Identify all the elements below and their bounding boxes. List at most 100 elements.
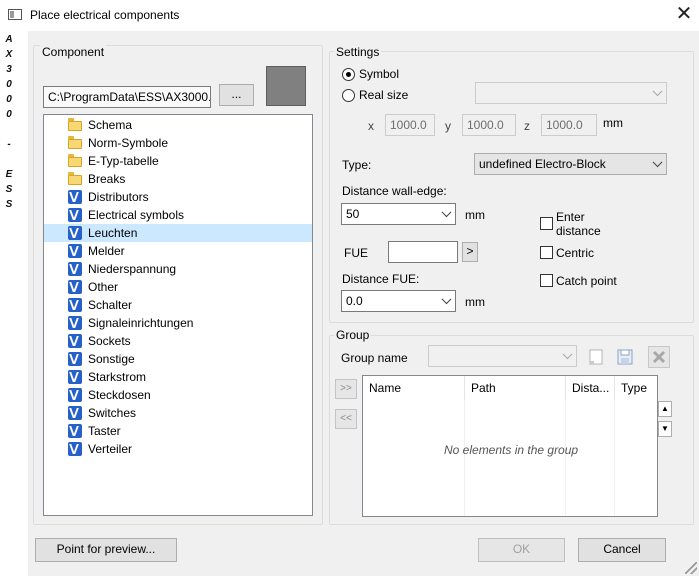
remove-from-group-button[interactable]: << xyxy=(335,409,357,429)
x-label: x xyxy=(368,119,374,133)
tree-item-label: Norm-Symbole xyxy=(88,136,169,150)
window-title: Place electrical components xyxy=(30,8,180,22)
cancel-button[interactable]: Cancel xyxy=(578,538,666,562)
tree-item-label: Schema xyxy=(88,118,133,132)
enter-distance-checkbox[interactable] xyxy=(540,217,553,230)
tree-item-verteiler[interactable]: Verteiler xyxy=(44,440,312,458)
move-up-button[interactable]: ▲ xyxy=(658,401,672,417)
distance-fue-combo[interactable]: 0.0 xyxy=(341,290,456,312)
component-group-title: Component xyxy=(40,45,107,59)
centric-label: Centric xyxy=(556,246,595,260)
distance-wall-combo[interactable]: 50 xyxy=(341,203,456,225)
tree-item-signaleinrichtungen[interactable]: Signaleinrichtungen xyxy=(44,314,312,332)
side-brand-char: 0 xyxy=(6,79,12,90)
tree-item-label: Signaleinrichtungen xyxy=(88,316,194,330)
tree-item-niederspannung[interactable]: Niederspannung xyxy=(44,260,312,278)
group-group-title: Group xyxy=(334,328,372,342)
block-icon xyxy=(68,370,82,384)
column-header-type[interactable]: Type xyxy=(615,376,657,400)
tree-item-other[interactable]: Other xyxy=(44,278,312,296)
folder-icon xyxy=(68,154,82,167)
new-group-icon[interactable] xyxy=(585,346,607,368)
tree-item-e-typ-tabelle[interactable]: E-Typ-tabelle xyxy=(44,152,312,170)
tree-item-schema[interactable]: Schema xyxy=(44,116,312,134)
ok-button[interactable]: OK xyxy=(478,538,565,562)
fue-label: FUE xyxy=(344,246,368,260)
z-field[interactable]: 1000.0 xyxy=(541,114,597,136)
block-icon xyxy=(68,190,82,204)
tree-item-sonstige[interactable]: Sonstige xyxy=(44,350,312,368)
y-field[interactable]: 1000.0 xyxy=(462,114,516,136)
move-down-button[interactable]: ▼ xyxy=(658,421,672,437)
block-icon xyxy=(68,388,82,402)
real-size-radio[interactable] xyxy=(342,89,355,102)
tree-item-schalter[interactable]: Schalter xyxy=(44,296,312,314)
folder-icon xyxy=(68,172,82,185)
fue-select-button[interactable]: > xyxy=(462,242,478,262)
save-group-icon[interactable] xyxy=(614,346,636,368)
x-field[interactable]: 1000.0 xyxy=(385,114,435,136)
symbol-radio-label: Symbol xyxy=(359,67,400,81)
column-separator xyxy=(565,400,566,516)
group-elements-list[interactable]: Name Path Dista... Type No elements in t… xyxy=(362,375,658,517)
dialog-body: Component C:\ProgramData\ESS\AX3000.I ..… xyxy=(28,31,699,576)
column-header-name[interactable]: Name xyxy=(363,376,465,400)
block-icon xyxy=(68,442,82,456)
tree-item-sockets[interactable]: Sockets xyxy=(44,332,312,350)
centric-checkbox[interactable] xyxy=(540,246,553,259)
type-dropdown[interactable]: undefined Electro-Block xyxy=(474,153,667,175)
column-separator xyxy=(614,400,615,516)
chevron-down-icon xyxy=(652,157,663,168)
catch-point-checkbox[interactable] xyxy=(540,274,553,287)
folder-icon xyxy=(68,136,82,149)
tree-item-electrical-symbols[interactable]: Electrical symbols xyxy=(44,206,312,224)
tree-item-distributors[interactable]: Distributors xyxy=(44,188,312,206)
tree-item-breaks[interactable]: Breaks xyxy=(44,170,312,188)
column-separator xyxy=(464,400,465,516)
component-tree[interactable]: Schema Norm-Symbole E-Typ-tabelle Breaks Dis… xyxy=(43,114,313,516)
z-label: z xyxy=(524,119,530,133)
app-window-icon xyxy=(8,9,22,20)
side-brand-char: 0 xyxy=(6,109,12,120)
tree-item-steckdosen[interactable]: Steckdosen xyxy=(44,386,312,404)
enter-distance-label-line2: distance xyxy=(556,224,601,238)
type-dropdown-value: undefined Electro-Block xyxy=(479,157,606,171)
component-preview-thumbnail xyxy=(266,66,306,106)
group-name-dropdown[interactable] xyxy=(428,345,577,367)
resize-grip-icon[interactable] xyxy=(685,562,697,574)
empty-group-message: No elements in the group xyxy=(444,443,579,457)
fue-field[interactable] xyxy=(388,241,458,263)
column-header-path[interactable]: Path xyxy=(465,376,566,400)
symbol-radio[interactable] xyxy=(342,68,355,81)
tree-item-leuchten[interactable]: Leuchten xyxy=(44,224,312,242)
tree-item-label: Taster xyxy=(88,424,121,438)
tree-item-label: Melder xyxy=(88,244,125,258)
block-icon xyxy=(68,424,82,438)
distance-wall-label: Distance wall-edge: xyxy=(342,184,447,198)
tree-item-norm-symbole[interactable]: Norm-Symbole xyxy=(44,134,312,152)
tree-item-taster[interactable]: Taster xyxy=(44,422,312,440)
tree-item-label: Distributors xyxy=(88,190,149,204)
column-header-distance[interactable]: Dista... xyxy=(566,376,615,400)
folder-icon xyxy=(68,118,82,131)
side-brand-char xyxy=(3,122,15,137)
catch-point-label: Catch point xyxy=(556,274,617,288)
tree-item-starkstrom[interactable]: Starkstrom xyxy=(44,368,312,386)
close-icon[interactable]: ✕ xyxy=(672,2,696,26)
tree-item-melder[interactable]: Melder xyxy=(44,242,312,260)
tree-item-switches[interactable]: Switches xyxy=(44,404,312,422)
component-path-field[interactable]: C:\ProgramData\ESS\AX3000.I xyxy=(43,86,211,108)
real-size-dropdown[interactable] xyxy=(475,82,667,104)
browse-button[interactable]: ... xyxy=(219,84,254,106)
distance-wall-unit: mm xyxy=(465,208,485,222)
distance-fue-label: Distance FUE: xyxy=(342,272,420,286)
distance-fue-value: 0.0 xyxy=(346,294,363,308)
group-name-label: Group name xyxy=(341,351,408,365)
tree-item-label: Breaks xyxy=(88,172,126,186)
settings-group-title: Settings xyxy=(334,45,382,59)
add-to-group-button[interactable]: >> xyxy=(335,379,357,399)
point-for-preview-button[interactable]: Point for preview... xyxy=(35,538,177,562)
delete-group-icon[interactable] xyxy=(648,346,670,368)
block-icon xyxy=(68,280,82,294)
side-brand-char: E xyxy=(5,169,13,180)
